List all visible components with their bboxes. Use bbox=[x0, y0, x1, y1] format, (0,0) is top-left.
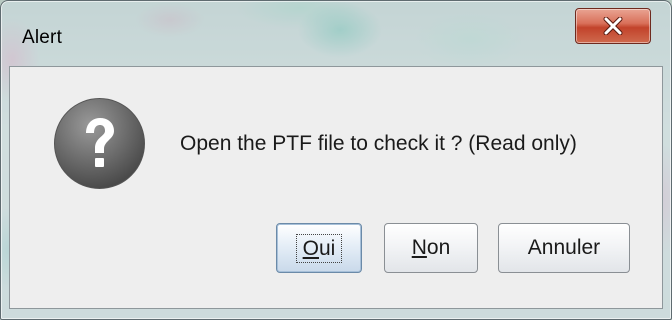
yes-button[interactable]: Oui bbox=[276, 223, 362, 273]
no-button-label: Non bbox=[411, 236, 451, 259]
window-title: Alert bbox=[22, 27, 63, 48]
yes-button-label: Oui bbox=[295, 233, 343, 263]
cancel-button-label: Annuler bbox=[527, 236, 601, 259]
close-button[interactable] bbox=[575, 8, 651, 44]
dialog-message: Open the PTF file to check it ? (Read on… bbox=[180, 132, 577, 155]
close-icon bbox=[576, 9, 650, 43]
title-bar[interactable]: Alert bbox=[0, 0, 672, 62]
cancel-button[interactable]: Annuler bbox=[498, 223, 630, 273]
no-button[interactable]: Non bbox=[384, 223, 478, 273]
question-icon bbox=[53, 97, 146, 190]
